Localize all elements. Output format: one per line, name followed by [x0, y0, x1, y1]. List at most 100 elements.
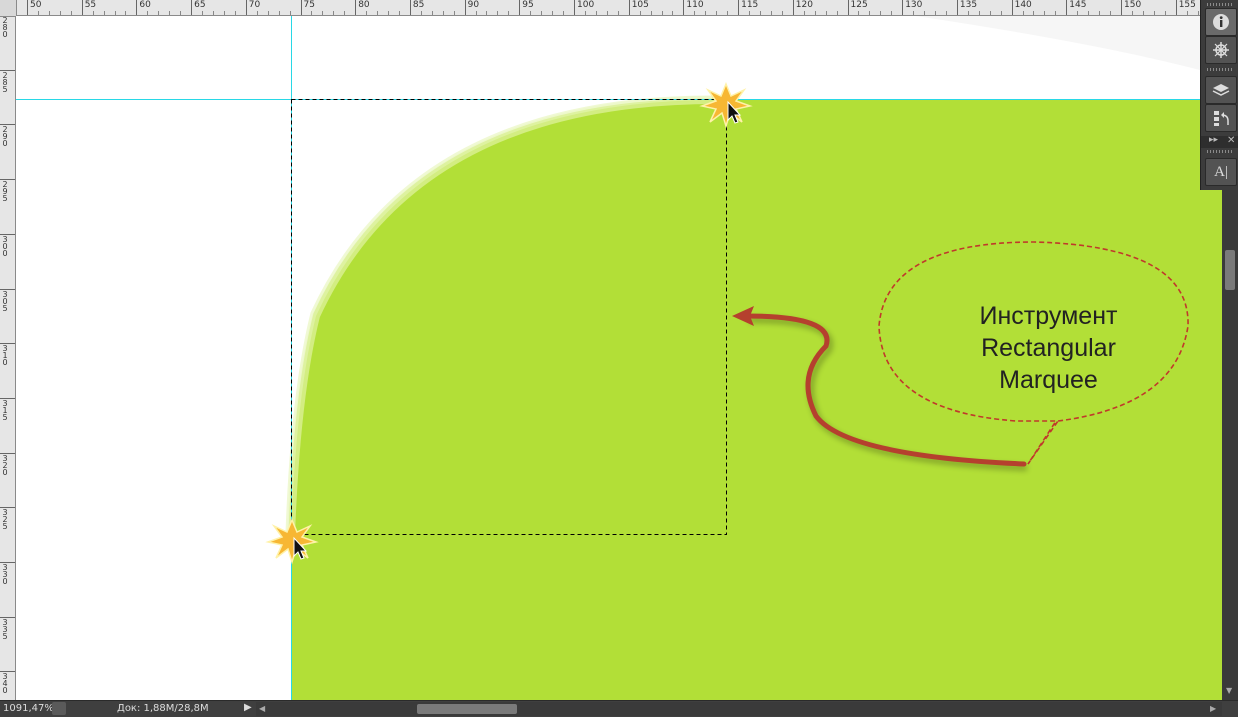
ruler-minor-tick — [289, 11, 291, 15]
ruler-minor-tick — [1142, 11, 1144, 15]
ruler-label: 300 — [2, 234, 8, 258]
ruler-minor-tick — [114, 11, 116, 15]
ruler-label: 330 — [2, 563, 8, 586]
callout-line2: Rectangular — [981, 334, 1116, 362]
ruler-tick — [81, 0, 83, 15]
ruler-tick — [409, 0, 411, 15]
ruler-minor-tick — [770, 11, 772, 15]
ruler-minor-tick — [967, 11, 969, 15]
ruler-tick — [683, 0, 685, 15]
horizontal-scroll-thumb[interactable] — [417, 704, 517, 714]
panel-grip[interactable] — [1207, 3, 1233, 6]
ruler-minor-tick — [103, 11, 105, 15]
ruler-minor-tick — [749, 11, 751, 15]
ruler-minor-tick — [1164, 11, 1166, 15]
info-panel-button[interactable] — [1205, 8, 1237, 36]
ruler-minor-tick — [486, 11, 488, 15]
vertical-scrollbar[interactable]: ▼ — [1222, 190, 1238, 700]
ruler-minor-tick — [814, 11, 816, 15]
ruler-tick — [136, 0, 138, 15]
ruler-minor-tick — [256, 11, 258, 15]
ruler-minor-tick — [803, 11, 805, 15]
panel-grip[interactable] — [1207, 150, 1233, 153]
document-canvas[interactable]: Инструмент Rectangular Marquee — [16, 16, 1222, 700]
ruler-tick — [300, 0, 302, 15]
ruler-minor-tick — [48, 11, 50, 15]
panel-grip[interactable] — [1207, 68, 1233, 71]
layers-panel-button[interactable] — [1205, 76, 1237, 104]
ruler-label: 100 — [577, 0, 595, 10]
ruler-minor-tick — [858, 11, 860, 15]
ruler-minor-tick — [147, 11, 149, 15]
ruler-label: 115 — [741, 0, 759, 10]
ruler-minor-tick — [1044, 11, 1046, 15]
ruler-label: 105 — [631, 0, 649, 10]
collapse-icon[interactable]: ▸▸ — [1209, 135, 1218, 145]
horizontal-ruler[interactable]: 50 55 60 65 70 75 80 85 90 95 100 105 110 115 120 125 13… — [0, 0, 1200, 16]
ruler-minor-tick — [759, 11, 761, 15]
vertical-ruler[interactable]: 280 285 290 295 300 305 310 315 320 325 330 335 340 — [0, 15, 16, 700]
ruler-minor-tick — [891, 11, 893, 15]
ruler-label: 320 — [2, 453, 8, 477]
panel-header: ▸▸ ✕ — [1201, 135, 1238, 148]
ruler-minor-tick — [1131, 11, 1133, 15]
ruler-tick — [1121, 0, 1122, 15]
scroll-left-icon[interactable]: ◀ — [259, 704, 265, 713]
ruler-minor-tick — [563, 11, 565, 15]
ruler-minor-tick — [234, 11, 236, 15]
ruler-minor-tick — [989, 11, 991, 15]
ruler-minor-tick — [125, 11, 127, 15]
ruler-label: 145 — [1069, 0, 1087, 10]
status-bar: 1091,47% Док: 1,88M/28,8M ▶ ◀ ▶ — [0, 700, 1238, 717]
ruler-minor-tick — [869, 11, 871, 15]
horizontal-scrollbar[interactable]: ◀ ▶ — [256, 702, 1222, 716]
ruler-label: 305 — [2, 289, 8, 313]
ruler-minor-tick — [825, 11, 827, 15]
ruler-minor-tick — [344, 11, 346, 15]
ruler-minor-tick — [639, 11, 641, 15]
ruler-minor-tick — [552, 11, 554, 15]
ruler-label: 315 — [2, 398, 8, 422]
zoom-level[interactable]: 1091,47% — [3, 703, 54, 714]
ruler-minor-tick — [1153, 11, 1155, 15]
navigator-icon — [1213, 42, 1229, 58]
navigator-panel-button[interactable] — [1205, 36, 1237, 64]
ruler-minor-tick — [913, 11, 915, 15]
ruler-minor-tick — [92, 11, 94, 15]
ruler-minor-tick — [617, 11, 619, 15]
character-panel-button[interactable]: A| — [1205, 158, 1237, 186]
ruler-label: 325 — [2, 508, 8, 532]
ruler-label: 55 — [84, 0, 97, 10]
ruler-minor-tick — [672, 11, 674, 15]
ruler-minor-tick — [584, 11, 586, 15]
close-icon[interactable]: ✕ — [1227, 135, 1235, 146]
ruler-minor-tick — [333, 11, 335, 15]
ruler-label: 340 — [2, 672, 8, 696]
document-profile-icon[interactable] — [52, 702, 66, 715]
ruler-minor-tick — [388, 11, 390, 15]
scroll-right-icon[interactable]: ▶ — [1210, 704, 1216, 713]
scroll-down-icon[interactable]: ▼ — [1226, 686, 1232, 695]
ruler-minor-tick — [935, 11, 937, 15]
ruler-minor-tick — [1197, 11, 1199, 15]
ruler-minor-tick — [431, 11, 433, 15]
history-panel-button[interactable] — [1205, 104, 1237, 132]
ruler-minor-tick — [169, 11, 171, 15]
status-menu-arrow-icon[interactable]: ▶ — [244, 702, 252, 713]
ruler-minor-tick — [223, 11, 225, 15]
callout-line3: Marquee — [999, 366, 1098, 394]
ruler-minor-tick — [880, 11, 882, 15]
ruler-label: 125 — [850, 0, 868, 10]
ruler-minor-tick — [836, 11, 838, 15]
ruler-origin[interactable] — [0, 0, 17, 17]
ruler-minor-tick — [70, 11, 72, 15]
vertical-scroll-thumb[interactable] — [1225, 250, 1235, 290]
ruler-tick — [27, 0, 28, 15]
ruler-minor-tick — [497, 11, 499, 15]
ruler-minor-tick — [945, 11, 947, 15]
ruler-minor-tick — [442, 11, 444, 15]
ruler-label: 75 — [303, 0, 315, 10]
history-icon — [1214, 111, 1229, 126]
ruler-minor-tick — [705, 11, 707, 15]
ruler-minor-tick — [322, 11, 324, 15]
